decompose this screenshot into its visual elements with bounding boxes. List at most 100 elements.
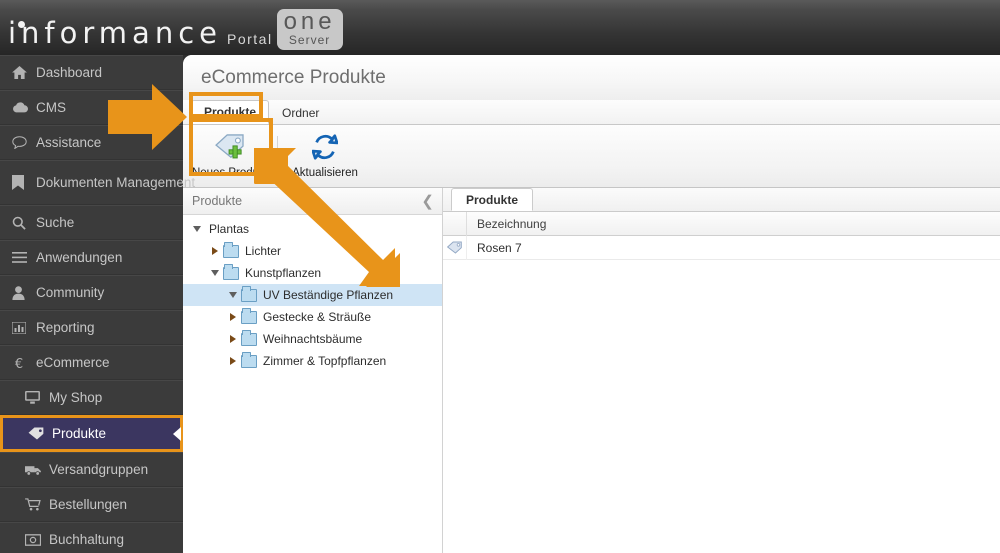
tree-body: Plantas Lichter Kunstpflanzen UV Beständige… [183,215,442,553]
sidebar-item-label: eCommerce [36,355,110,370]
expand-arrow-icon[interactable] [225,335,241,343]
grid-rows: Rosen 7 [443,235,1000,260]
user-icon [12,285,36,300]
brand-one-badge: one Server [276,8,343,50]
tab-produkte[interactable]: Produkte [191,100,270,124]
svg-text:€: € [15,357,23,370]
sidebar-item-label: CMS [36,100,66,115]
tree-node-label: Lichter [245,244,282,258]
tree-node[interactable]: Zimmer & Topfpflanzen [183,350,442,372]
bookmark-icon [12,175,36,190]
sidebar-item-my-shop[interactable]: My Shop [0,380,183,415]
sidebar-item-buchhaltung[interactable]: Buchhaltung [0,522,183,553]
sidebar-item-label: Bestellungen [49,497,128,512]
tag-icon [28,427,52,440]
logo-dot-icon [18,21,25,28]
sidebar-item-label: Suche [36,215,75,230]
folder-icon [241,307,257,324]
table-cell-bezeichnung: Rosen 7 [477,240,522,255]
toolbar-separator [277,136,278,176]
toolbar-button-neues-produkt[interactable]: Neues Produkt [189,127,271,185]
brand-portal: Portal [227,31,273,47]
toolbar-button-label: Neues Produkt [191,166,269,179]
page-header: eCommerce Produkte [183,55,1000,100]
sidebar-item-versandgruppen[interactable]: Versandgruppen [0,452,183,487]
expand-arrow-icon[interactable] [225,313,241,321]
refresh-icon [311,133,339,163]
sidebar-item-label: Dokumenten Management [36,175,196,190]
truck-icon [25,464,49,476]
tree-node-label: Kunstpflanzen [245,266,322,280]
table-row[interactable]: Rosen 7 [443,235,1000,260]
tree-panel: Produkte ❮ Plantas Lichter Kunstpflanzen UV… [183,188,443,553]
sidebar-item-dashboard[interactable]: Dashboard [0,55,183,90]
toolbar: Neues Produkt Aktualisieren [183,125,1000,188]
monitor-icon [25,391,49,404]
tab-ordner[interactable]: Ordner [269,100,332,124]
cloud-icon [12,102,36,113]
sidebar-item-ecommerce[interactable]: € eCommerce [0,345,183,380]
money-icon [25,533,49,546]
sidebar-item-produkte[interactable]: Produkte [0,415,183,452]
toolbar-button-aktualisieren[interactable]: Aktualisieren [284,127,366,185]
sidebar-item-anwendungen[interactable]: Anwendungen [0,240,183,275]
tree-node-label: Zimmer & Topfpflanzen [263,354,387,368]
sidebar-item-dokumenten-management[interactable]: Dokumenten Management [0,160,195,205]
sidebar-item-bestellungen[interactable]: Bestellungen [0,487,183,522]
tree-node[interactable]: Weihnachtsbäume [183,328,442,350]
folder-icon [241,329,257,346]
tree-node[interactable]: Plantas [183,218,442,240]
brand-server: Server [288,33,331,47]
grid-header-row: Bezeichnung [443,211,1000,236]
expand-arrow-icon[interactable] [225,357,241,365]
sidebar-item-label: Buchhaltung [49,532,125,547]
chart-icon [12,321,36,334]
tree-node[interactable]: Kunstpflanzen [183,262,442,284]
active-indicator-caret-icon [173,426,181,441]
brand-logo[interactable]: informance Portal one Server [8,4,343,50]
grid-panel: Produkte Bezeichnung Rosen 7 [443,188,1000,553]
chevron-left-icon[interactable]: ❮ [421,194,434,209]
content-panel: eCommerce Produkte Produkte Ordner Neues … [183,55,1000,553]
collapse-arrow-icon[interactable] [225,292,241,298]
grid-column-bezeichnung[interactable]: Bezeichnung [467,217,546,231]
sidebar-item-label: My Shop [49,390,103,405]
top-bar: informance Portal one Server [0,0,1000,55]
tree-header: Produkte ❮ [183,188,442,215]
folder-icon [241,351,257,368]
sidebar: Dashboard CMS Assistance Dokumenten Managem… [0,55,195,553]
sidebar-item-label: Assistance [36,135,102,150]
sidebar-item-cms[interactable]: CMS [0,90,183,125]
sidebar-item-assistance[interactable]: Assistance [0,125,183,160]
tree-node-label: UV Beständige Pflanzen [263,288,394,302]
tree-node[interactable]: UV Beständige Pflanzen [183,284,442,306]
menu-icon [12,252,36,263]
sidebar-item-label: Dashboard [36,65,103,80]
split-area: Produkte ❮ Plantas Lichter Kunstpflanzen UV… [183,188,1000,553]
sidebar-item-reporting[interactable]: Reporting [0,310,183,345]
sidebar-item-label: Reporting [36,320,95,335]
toolbar-button-label: Aktualisieren [292,166,358,179]
tab-produkte-grid[interactable]: Produkte [451,188,534,211]
sidebar-item-suche[interactable]: Suche [0,205,183,240]
tree-node-label: Weihnachtsbäume [263,332,363,346]
search-icon [12,216,36,230]
new-product-tag-icon [215,133,245,163]
cart-icon [25,498,49,511]
chat-icon [12,136,36,149]
tree-node[interactable]: Gestecke & Sträuße [183,306,442,328]
euro-icon: € [12,356,36,370]
brand-one: one [283,8,336,35]
page-title: eCommerce Produkte [201,66,386,88]
collapse-arrow-icon[interactable] [189,226,205,232]
app-root: informance Portal one Server Dashboard CM… [0,0,1000,553]
tree-node[interactable]: Lichter [183,240,442,262]
expand-arrow-icon[interactable] [207,247,223,255]
tree-node-label: Plantas [209,222,250,236]
tree-header-label: Produkte [192,194,243,208]
sidebar-item-community[interactable]: Community [0,275,183,310]
collapse-arrow-icon[interactable] [207,270,223,276]
sidebar-item-label: Community [36,285,105,300]
page-tabstrip: Produkte Ordner [183,100,1000,125]
home-icon [12,66,36,79]
